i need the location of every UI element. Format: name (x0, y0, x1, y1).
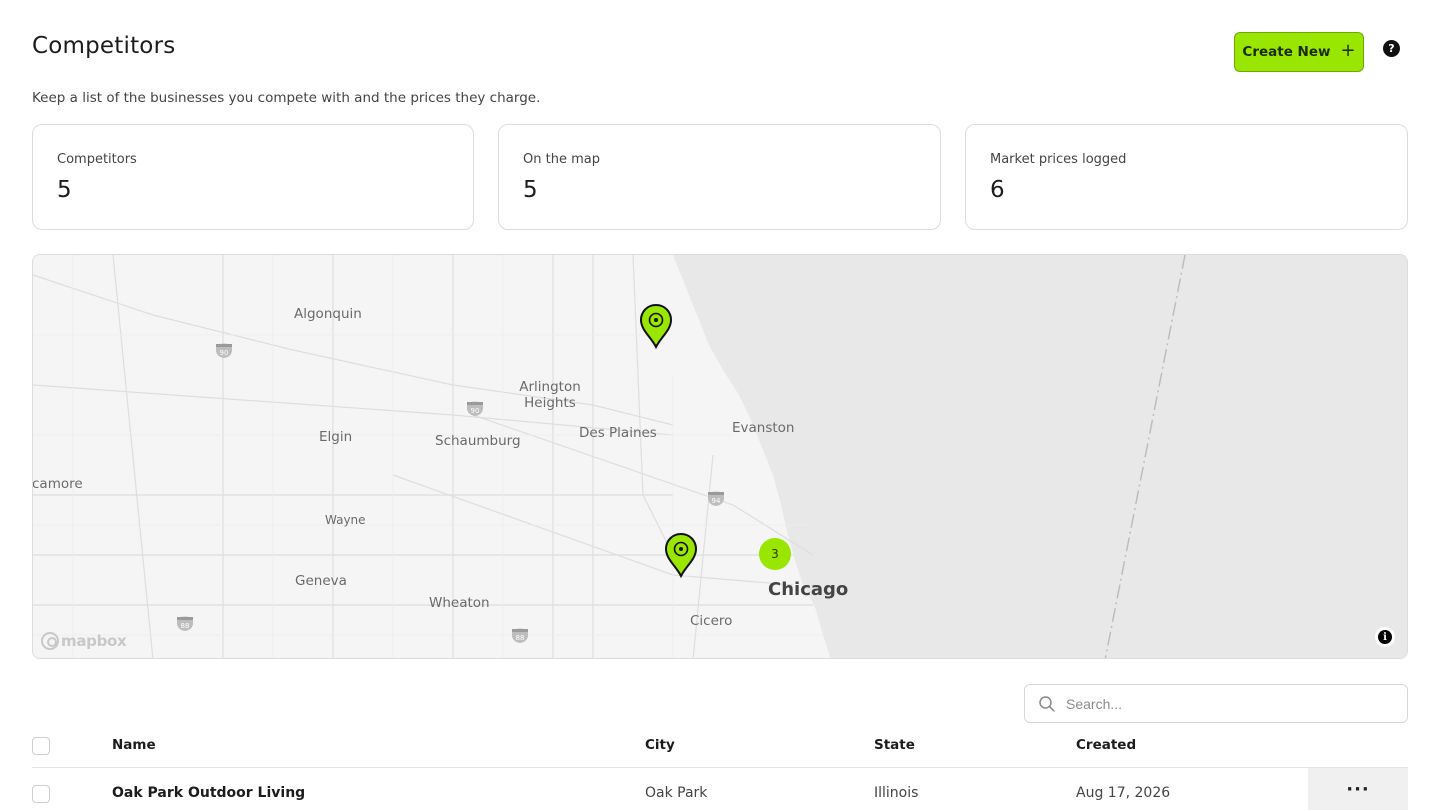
interstate-shield-icon: 90 (216, 343, 232, 358)
map-pin-icon[interactable] (664, 532, 698, 578)
plus-icon: + (1340, 40, 1356, 61)
map-base-layer (33, 255, 1407, 658)
place-label-elgin: Elgin (319, 429, 353, 445)
create-new-button[interactable]: Create New + (1234, 32, 1364, 72)
place-label-evanston: Evanston (732, 420, 795, 436)
row-checkbox[interactable] (32, 785, 50, 803)
cell-state: Illinois (874, 785, 919, 801)
cell-created: Aug 17, 2026 (1076, 785, 1171, 801)
interstate-shield-icon: 90 (467, 401, 483, 416)
create-new-label: Create New (1242, 44, 1331, 60)
column-header-name[interactable]: Name (112, 737, 156, 753)
stat-value: 5 (57, 177, 72, 203)
table-header-divider (32, 767, 1408, 768)
search-icon (1039, 695, 1055, 712)
stat-value: 5 (523, 177, 538, 203)
stat-card-competitors: Competitors 5 (32, 124, 474, 230)
place-label-sycamore: camore (32, 476, 83, 492)
stat-value: 6 (990, 177, 1005, 203)
place-label-arlington-line-1: Arlington (519, 379, 581, 395)
shield-number: 94 (712, 497, 721, 505)
search-input[interactable] (1066, 695, 1386, 712)
select-all-checkbox[interactable] (32, 737, 50, 755)
stat-card-market-prices: Market prices logged 6 (965, 124, 1408, 230)
stat-label: Competitors (57, 152, 137, 167)
page-title: Competitors (32, 33, 176, 59)
interstate-shield-icon: 94 (708, 491, 724, 506)
place-label-des-plaines: Des Plaines (579, 425, 657, 441)
column-header-created[interactable]: Created (1076, 737, 1136, 753)
place-label-geneva: Geneva (295, 573, 347, 589)
stat-label: On the map (523, 152, 600, 167)
place-label-chicago: Chicago (768, 579, 849, 600)
mapbox-logo[interactable]: mapbox (41, 632, 127, 650)
shield-number: 88 (516, 634, 525, 642)
cell-city: Oak Park (645, 785, 708, 801)
shield-number: 88 (181, 622, 190, 630)
interstate-shield-icon: 88 (512, 628, 528, 643)
place-label-arlington-line-2: Heights (524, 395, 576, 411)
place-label-arlington-heights: Arlington Heights (519, 379, 581, 411)
map-info-button[interactable]: i (1375, 627, 1395, 647)
mapbox-attribution-text: mapbox (61, 632, 127, 650)
place-label-schaumburg: Schaumburg (435, 433, 521, 449)
competitor-map[interactable]: Algonquin Arlington Heights Des Plaines … (32, 254, 1408, 659)
column-header-city[interactable]: City (645, 737, 675, 753)
map-pin-icon[interactable] (639, 303, 673, 349)
search-box[interactable] (1024, 684, 1408, 723)
help-icon[interactable]: ? (1383, 40, 1400, 57)
map-cluster-marker[interactable]: 3 (759, 538, 791, 570)
info-icon: i (1378, 630, 1392, 644)
place-label-algonquin: Algonquin (294, 306, 362, 322)
interstate-shield-icon: 88 (177, 616, 193, 631)
row-actions-button[interactable]: ··· (1308, 768, 1408, 810)
stat-label: Market prices logged (990, 152, 1127, 167)
place-label-cicero: Cicero (690, 613, 733, 629)
cell-name[interactable]: Oak Park Outdoor Living (112, 785, 305, 801)
column-header-state[interactable]: State (874, 737, 915, 753)
page-subtitle: Keep a list of the businesses you compet… (32, 90, 541, 106)
mapbox-logo-icon (41, 632, 59, 650)
place-label-wayne: Wayne (325, 513, 366, 527)
shield-number: 90 (220, 349, 229, 357)
stat-card-on-the-map: On the map 5 (498, 124, 941, 230)
shield-number: 90 (471, 407, 480, 415)
place-label-wheaton: Wheaton (429, 595, 490, 611)
